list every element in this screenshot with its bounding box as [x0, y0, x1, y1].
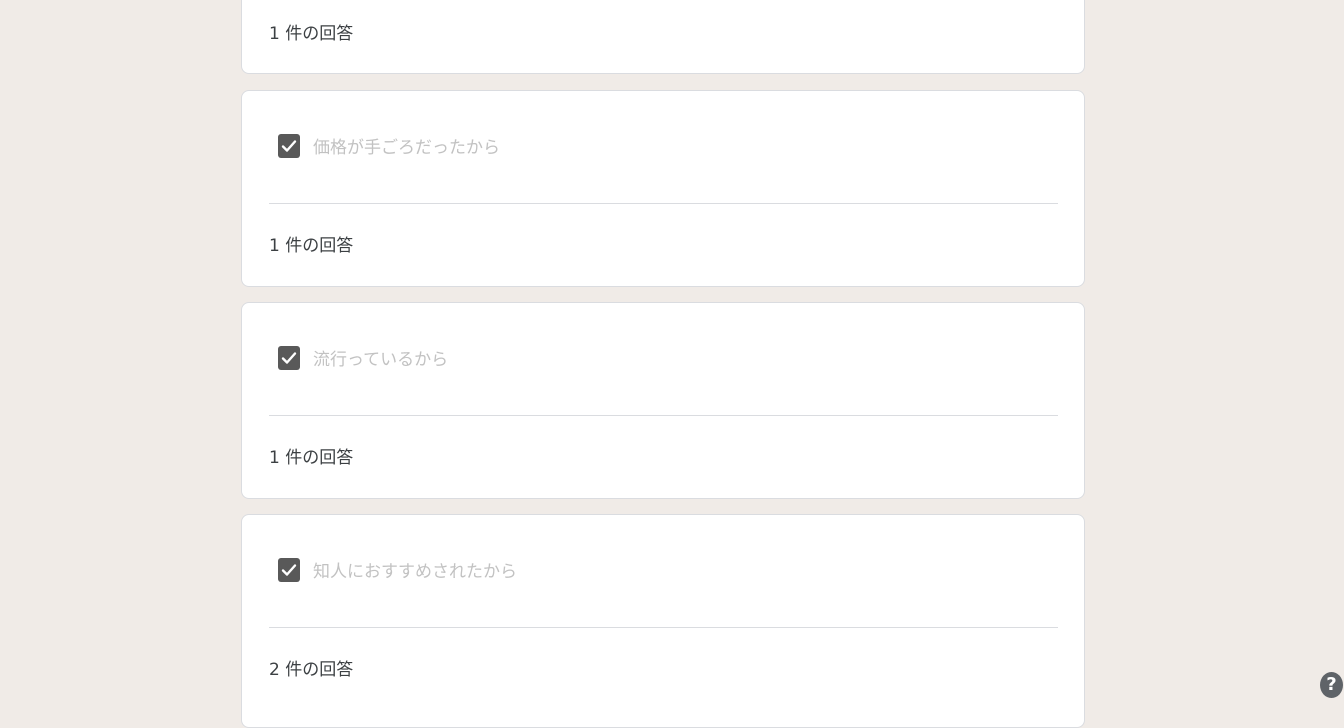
response-count: 2 件の回答	[269, 660, 354, 680]
check-icon	[281, 351, 297, 364]
response-card-1: 価格が手ごろだったから 1 件の回答	[241, 90, 1085, 287]
divider	[269, 415, 1058, 416]
checkbox-checked	[278, 345, 300, 370]
response-count: 1 件の回答	[269, 24, 354, 44]
option-row: 知人におすすめされたから	[278, 557, 517, 582]
check-icon	[281, 139, 297, 152]
check-icon	[281, 563, 297, 576]
checkbox-checked	[278, 557, 300, 582]
response-count: 1 件の回答	[269, 236, 354, 256]
response-count: 1 件の回答	[269, 448, 354, 468]
response-card-partial: 1 件の回答	[241, 0, 1085, 74]
help-icon[interactable]: ?	[1320, 672, 1343, 698]
option-label: 価格が手ごろだったから	[313, 138, 500, 158]
divider	[269, 203, 1058, 204]
response-card-2: 流行っているから 1 件の回答	[241, 302, 1085, 499]
checkbox-checked	[278, 133, 300, 158]
divider	[269, 627, 1058, 628]
option-label: 流行っているから	[313, 350, 449, 370]
option-label: 知人におすすめされたから	[313, 562, 517, 582]
response-card-3: 知人におすすめされたから 2 件の回答	[241, 514, 1085, 728]
option-row: 流行っているから	[278, 345, 448, 370]
option-row: 価格が手ごろだったから	[278, 133, 500, 158]
